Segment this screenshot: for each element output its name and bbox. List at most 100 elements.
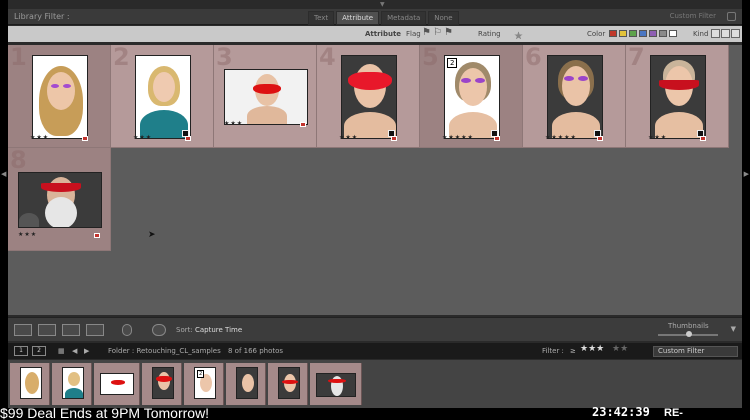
color-label-chip (94, 233, 100, 238)
photo-count[interactable]: 8 of 166 photos (228, 347, 283, 355)
tab-none[interactable]: None (428, 11, 459, 25)
filmstrip-thumbnail[interactable] (62, 367, 84, 399)
photo-grid[interactable]: 1 ★★★ 2 ★★★ 3 ★★★ 4 ★★★ 5 2 ★★★★★ 6 ★★★★… (8, 43, 742, 315)
spray-can-icon[interactable] (122, 324, 132, 336)
sort-control[interactable]: Sort: Capture Time (176, 326, 242, 334)
cell-index: 5 (422, 43, 439, 71)
grid-cell[interactable]: 4 ★★★ (317, 43, 420, 148)
cell-rating[interactable]: ★★★ (224, 120, 243, 127)
flag-rejected-icon[interactable]: ⚑ (444, 28, 453, 38)
sort-value[interactable]: Capture Time (195, 326, 242, 334)
grid-cell[interactable]: 8 ★★★ (8, 146, 111, 251)
filmstrip-item[interactable] (52, 363, 92, 405)
color-swatch-5[interactable] (649, 30, 657, 37)
grid-cell[interactable]: 2 ★★★ (111, 43, 214, 148)
tab-metadata[interactable]: Metadata (381, 11, 427, 25)
photo-thumbnail[interactable] (18, 172, 102, 228)
stack-count-badge[interactable]: 2 (197, 370, 205, 378)
toolbar-menu-icon[interactable]: ▼ (731, 325, 736, 333)
grid-cell[interactable]: 1 ★★★ (8, 43, 111, 148)
color-swatch-3[interactable] (629, 30, 637, 37)
cell-rating[interactable]: ★★★ (339, 134, 358, 141)
photo-thumbnail[interactable] (32, 55, 88, 139)
filmstrip-thumbnail[interactable] (278, 367, 300, 399)
filmstrip-thumbnail[interactable] (316, 373, 356, 397)
cell-rating[interactable]: ★★★ (18, 231, 37, 238)
kind-video-icon[interactable] (731, 29, 740, 38)
flag-unflagged-icon[interactable]: ⚐ (433, 28, 442, 38)
compare-view-icon[interactable] (62, 324, 80, 336)
photo-thumbnail[interactable] (650, 55, 706, 139)
filmstrip-item[interactable] (94, 363, 140, 405)
filmstrip-item[interactable] (310, 363, 362, 405)
cell-rating[interactable]: ★★★★★ (442, 134, 474, 141)
cell-rating[interactable]: ★★★ (30, 134, 49, 141)
filmstrip-item[interactable]: 2 (184, 363, 224, 405)
cell-rating[interactable]: ★★★ (648, 134, 667, 141)
cell-index: 3 (216, 43, 233, 71)
filter-rating-stars[interactable]: ★★★ (580, 344, 604, 354)
photo-thumbnail[interactable]: 2 (444, 55, 500, 139)
filmstrip-thumbnail[interactable] (100, 373, 134, 395)
tab-text[interactable]: Text (308, 11, 335, 25)
grid-small-icon[interactable]: ▦ (58, 347, 65, 355)
sort-direction-icon[interactable] (152, 324, 166, 336)
loupe-view-icon[interactable] (38, 324, 56, 336)
color-swatch-7[interactable] (669, 30, 677, 37)
filmstrip-item[interactable] (142, 363, 182, 405)
color-swatch-1[interactable] (609, 30, 617, 37)
grid-view-icon[interactable] (14, 324, 32, 336)
tab-attribute[interactable]: Attribute (336, 11, 380, 25)
color-swatch-6[interactable] (659, 30, 667, 37)
color-swatches (609, 30, 677, 37)
filmstrip-filter-select[interactable]: Custom Filter (653, 346, 738, 357)
thumbnails-label: Thumbnails (668, 322, 709, 330)
filmstrip-thumbnail[interactable] (20, 367, 42, 399)
color-swatch-4[interactable] (639, 30, 647, 37)
filter-tabs: Text Attribute Metadata None (308, 11, 459, 25)
color-swatch-2[interactable] (619, 30, 627, 37)
kind-master-icon[interactable] (711, 29, 720, 38)
thumbnail-size-slider-knob[interactable] (686, 331, 692, 337)
rebroadcast-label: RE-BROADCAST (664, 407, 734, 420)
monitor-2-button[interactable]: 2 (32, 346, 46, 356)
filmstrip-item[interactable] (226, 363, 266, 405)
filmstrip-item[interactable] (10, 363, 50, 405)
filmstrip-item[interactable] (268, 363, 308, 405)
photo-thumbnail[interactable] (135, 55, 191, 139)
kind-virtual-icon[interactable] (721, 29, 730, 38)
color-label-chip (597, 136, 603, 141)
panel-toggle-top-icon[interactable]: ▼ (380, 1, 385, 8)
survey-view-icon[interactable] (86, 324, 104, 336)
filter-operator[interactable]: ≥ (570, 347, 576, 355)
filmstrip[interactable]: 2 (8, 360, 742, 408)
photo-thumbnail[interactable] (547, 55, 603, 139)
photo-thumbnail[interactable] (224, 69, 308, 125)
filmstrip-thumbnail[interactable] (152, 367, 174, 399)
cell-rating[interactable]: ★★★ (133, 134, 152, 141)
stack-count-badge[interactable]: 2 (447, 58, 458, 68)
filmstrip-thumbnail[interactable] (236, 367, 258, 399)
grid-cell[interactable]: 7 ★★★ (626, 43, 729, 148)
grid-cell[interactable]: 5 2 ★★★★★ (420, 43, 523, 148)
panel-toggle-left-icon[interactable]: ◀ (1, 170, 6, 178)
panel-toggle-right-icon[interactable]: ▶ (744, 170, 749, 178)
filter-preset-select[interactable]: Custom Filter (670, 12, 716, 20)
attribute-bar: Attribute Flag ⚑ ⚐ ⚑ Rating ★ ★ ☆ ☆ ☆ Co… (8, 26, 742, 42)
grid-toolbar: Sort: Capture Time Thumbnails ▼ (8, 317, 742, 341)
filter-rating-empty-stars[interactable]: ★★ (612, 344, 628, 354)
grid-cell[interactable]: 6 ★★★★★ (523, 43, 626, 148)
monitor-1-button[interactable]: 1 (14, 346, 28, 356)
lock-icon[interactable] (727, 12, 736, 21)
rating-star-5[interactable]: ☆ (514, 31, 523, 43)
cell-rating[interactable]: ★★★★★ (545, 134, 577, 141)
kind-label: Kind (693, 30, 709, 38)
back-arrow-icon[interactable]: ◀ (72, 347, 77, 355)
filmstrip-thumbnail[interactable]: 2 (194, 367, 216, 399)
photo-thumbnail[interactable] (341, 55, 397, 139)
color-label: Color (587, 30, 606, 38)
grid-cell[interactable]: 3 ★★★ (214, 43, 317, 148)
flag-picked-icon[interactable]: ⚑ (422, 28, 431, 38)
forward-arrow-icon[interactable]: ▶ (84, 347, 89, 355)
folder-source[interactable]: Folder : Retouching_CL_samples (108, 347, 221, 355)
